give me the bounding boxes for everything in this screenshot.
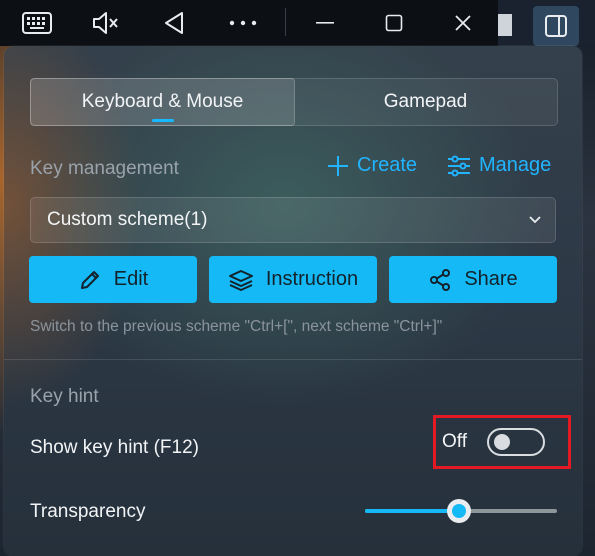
back-icon[interactable] [159, 8, 189, 38]
instruction-button[interactable]: Instruction [209, 256, 377, 303]
scheme-shortcut-hint: Switch to the previous scheme "Ctrl+[", … [30, 318, 443, 335]
background-window-edge [498, 14, 512, 36]
minimize-icon[interactable] [310, 8, 340, 38]
scheme-selected-value: Custom scheme(1) [47, 209, 208, 230]
sidebar-toggle-button[interactable] [533, 6, 579, 46]
transparency-slider[interactable] [365, 499, 557, 523]
toolbar-divider [285, 8, 286, 36]
close-icon[interactable] [448, 8, 478, 38]
key-management-heading: Key management [30, 158, 179, 179]
transparency-label: Transparency [30, 501, 146, 522]
tab-keyboard-mouse[interactable]: Keyboard & Mouse [30, 78, 295, 126]
chevron-down-icon [529, 216, 541, 224]
plus-icon [328, 155, 348, 176]
show-key-hint-label: Show key hint (F12) [30, 437, 199, 458]
share-icon [430, 268, 451, 291]
layers-icon [228, 269, 253, 291]
key-hint-heading: Key hint [30, 386, 99, 407]
tab-label: Keyboard & Mouse [81, 91, 244, 112]
tab-gamepad[interactable]: Gamepad [294, 79, 557, 125]
section-divider [4, 359, 582, 360]
tab-label: Gamepad [383, 91, 468, 112]
slider-thumb[interactable] [447, 499, 472, 523]
edit-label: Edit [113, 268, 149, 290]
share-button[interactable]: Share [389, 256, 557, 303]
more-icon[interactable] [228, 8, 258, 38]
maximize-icon[interactable] [379, 8, 409, 38]
slider-fill [365, 509, 460, 513]
controls-panel: Keyboard & Mouse Gamepad Key management … [4, 46, 582, 556]
manage-label: Manage [479, 154, 552, 176]
create-link[interactable]: Create [327, 154, 417, 177]
highlight-box [433, 415, 571, 469]
scheme-dropdown[interactable]: Custom scheme(1) [30, 197, 556, 243]
keyboard-icon[interactable] [22, 8, 52, 38]
manage-link[interactable]: Manage [447, 154, 551, 177]
share-label: Share [464, 268, 518, 290]
title-bar [0, 0, 595, 46]
create-label: Create [357, 154, 418, 176]
sliders-icon [448, 155, 470, 176]
edit-button[interactable]: Edit [29, 256, 197, 303]
instruction-label: Instruction [265, 268, 359, 290]
sidebar-icon [545, 15, 567, 37]
input-mode-tabs: Keyboard & Mouse Gamepad [30, 78, 558, 126]
pencil-icon [80, 270, 99, 289]
mute-icon[interactable] [91, 8, 121, 38]
